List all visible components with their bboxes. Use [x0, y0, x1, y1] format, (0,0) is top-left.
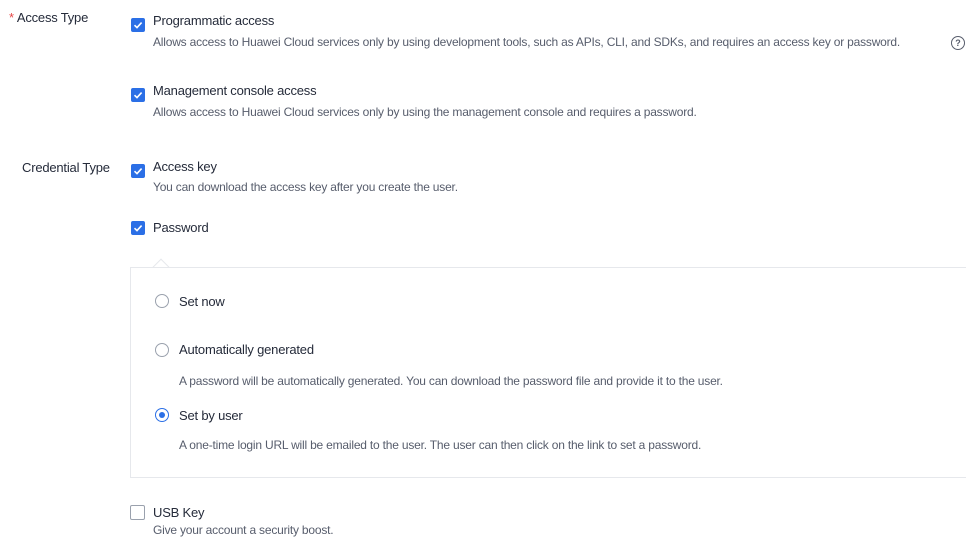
usb-key-title[interactable]: USB Key [153, 505, 205, 520]
programmatic-access-title[interactable]: Programmatic access [153, 13, 274, 28]
programmatic-access-checkbox[interactable] [131, 18, 145, 32]
check-icon [133, 22, 143, 29]
help-icon[interactable]: ? [951, 36, 965, 50]
set-by-user-radio[interactable] [155, 408, 169, 422]
access-type-label: * Access Type [9, 10, 88, 25]
set-now-radio[interactable] [155, 294, 169, 308]
auto-generated-label[interactable]: Automatically generated [179, 342, 314, 357]
auto-generated-desc: A password will be automatically generat… [179, 374, 723, 388]
password-title[interactable]: Password [153, 220, 209, 235]
set-now-label[interactable]: Set now [179, 294, 225, 309]
console-access-desc: Allows access to Huawei Cloud services o… [153, 105, 697, 119]
console-access-checkbox[interactable] [131, 88, 145, 102]
set-by-user-desc: A one-time login URL will be emailed to … [179, 438, 702, 452]
password-checkbox[interactable] [131, 221, 145, 235]
access-key-checkbox[interactable] [131, 164, 145, 178]
access-key-desc: You can download the access key after yo… [153, 180, 458, 194]
access-type-label-text: Access Type [16, 10, 89, 25]
check-icon [133, 168, 143, 175]
required-mark: * [9, 10, 14, 25]
check-icon [133, 225, 143, 232]
credential-type-label: Credential Type [22, 160, 110, 175]
access-key-title[interactable]: Access key [153, 159, 217, 174]
panel-caret [152, 257, 170, 267]
console-access-title[interactable]: Management console access [153, 83, 317, 98]
auto-generated-radio[interactable] [155, 343, 169, 357]
programmatic-access-desc: Allows access to Huawei Cloud services o… [153, 35, 901, 49]
check-icon [133, 92, 143, 99]
set-by-user-label[interactable]: Set by user [179, 408, 243, 423]
usb-key-desc: Give your account a security boost. [153, 523, 334, 537]
usb-key-checkbox[interactable] [130, 505, 145, 520]
